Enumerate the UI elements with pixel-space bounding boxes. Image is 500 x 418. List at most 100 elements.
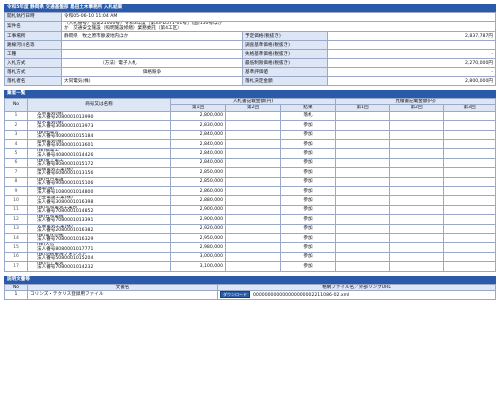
bidder-corporate-number: 法人番号7080001016329 xyxy=(37,237,94,243)
bid-round2 xyxy=(225,110,281,122)
bid-round1: 3,000,000 xyxy=(170,251,226,263)
bidder-row: 11 (株)三和電気工業所 法人番号7080001014852 2,900,000 参加 xyxy=(4,204,496,216)
bid-round1: 2,900,000 xyxy=(170,204,226,216)
doc-file-link[interactable]: 000000000000000000002211086-02.xml xyxy=(253,293,349,298)
bid-round1: 2,830,000 xyxy=(170,120,226,131)
est-round3 xyxy=(443,129,496,140)
winner-value: 大同電気(株) xyxy=(61,76,243,87)
bidder-no: 13 xyxy=(4,223,28,235)
bid-round1: 2,840,000 xyxy=(170,138,226,150)
bidder-no: 12 xyxy=(4,214,28,225)
bid-result: 参加 xyxy=(279,185,337,197)
bidder-name: (株)五和電機 法人番号7080001013391 xyxy=(27,214,171,225)
est-round3 xyxy=(443,167,496,178)
est-round3 xyxy=(443,185,496,197)
label-winner: 落札者名 xyxy=(4,76,62,87)
label-disqualify-price: 失格基準価格(税抜き) xyxy=(242,49,328,60)
bidder-corporate-number: 法人番号3080001013973 xyxy=(37,124,94,130)
bidder-no: 10 xyxy=(4,195,28,206)
bid-round2 xyxy=(225,214,281,225)
min-price-value: 2,270,000円 xyxy=(327,58,496,69)
bidder-name: (株)橋電工 法人番号4080001014426 xyxy=(27,148,171,159)
bid-result: 参加 xyxy=(279,129,337,140)
label-work-type: 工種 xyxy=(4,49,62,60)
bidder-name: 太陽電気工業(株) 法人番号2080001016382 xyxy=(27,223,171,235)
est-round2 xyxy=(389,148,445,159)
planned-price-value: 2,837,787円 xyxy=(327,31,496,42)
info-table: 開札執行日時 令和05-06-10 11:04 AM 案件名 （入札番号）島第2… xyxy=(4,12,496,87)
bidder-row: 8 (株)古月電設 法人番号9080001015106 2,850,000 参加 xyxy=(4,176,496,188)
label-award-amount: 落札決定金額 xyxy=(242,76,328,87)
bid-result: 参加 xyxy=(279,204,337,216)
est-round1 xyxy=(335,129,391,140)
bidder-row: 15 (株)大信 法人番号8080001017771 2,980,000 参加 xyxy=(4,242,496,253)
bid-result: 参加 xyxy=(279,148,337,159)
est-round1 xyxy=(335,120,391,131)
est-round1 xyxy=(335,157,391,169)
est-round2 xyxy=(389,233,445,244)
est-round3 xyxy=(443,233,496,244)
bidder-name: (株)富士電工 法人番号8080001015172 xyxy=(27,157,171,169)
bidder-corporate-number: 法人番号5080001015204 xyxy=(37,256,94,262)
bid-round2 xyxy=(225,251,281,263)
bid-result: 参加 xyxy=(279,120,337,131)
est-round1 xyxy=(335,242,391,253)
est-round2 xyxy=(389,195,445,206)
bidder-no: 7 xyxy=(4,167,28,178)
bid-round2 xyxy=(225,195,281,206)
bid-round2 xyxy=(225,129,281,140)
est-round1 xyxy=(335,138,391,150)
label-min-price: 最低制限価格(税抜き) xyxy=(242,58,328,69)
est-round2 xyxy=(389,261,445,272)
est-round1 xyxy=(335,167,391,178)
bid-round2 xyxy=(225,242,281,253)
est-round2 xyxy=(389,242,445,253)
bid-result: 参加 xyxy=(279,176,337,188)
label-base-score: 基準評価値 xyxy=(242,67,328,78)
est-round3 xyxy=(443,120,496,131)
bid-result: 参加 xyxy=(279,242,337,253)
download-button[interactable]: ダウンロード xyxy=(220,291,250,299)
bidder-no: 5 xyxy=(4,148,28,159)
est-round3 xyxy=(443,251,496,263)
bid-result: 参加 xyxy=(279,157,337,169)
bid-round1: 2,840,000 xyxy=(170,148,226,159)
bidder-row: 5 (株)橋電工 法人番号4080001014426 2,840,000 参加 xyxy=(4,148,496,159)
bid-method-value: （方法）電子入札 xyxy=(61,58,243,69)
est-round1 xyxy=(335,233,391,244)
bidder-no: 8 xyxy=(4,176,28,188)
est-round2 xyxy=(389,223,445,235)
col-header-name: 商号又は名称 xyxy=(27,98,171,112)
est-round3 xyxy=(443,214,496,225)
bidder-row: 3 (株)田電舎 法人番号4080001015184 2,840,000 参加 xyxy=(4,129,496,140)
bidder-no: 3 xyxy=(4,129,28,140)
bid-round2 xyxy=(225,223,281,235)
est-round1 xyxy=(335,214,391,225)
bidder-corporate-number: 法人番号1080001014800 xyxy=(37,190,94,196)
bidder-corporate-number: 法人番号6080001013156 xyxy=(37,171,94,177)
page: 令和5年度 静岡県 交通基盤部 島田土木事務所 入札結果 開札執行日時 令和05… xyxy=(4,0,496,300)
bid-round2 xyxy=(225,120,281,131)
bid-round1: 2,880,000 xyxy=(170,195,226,206)
bidder-no: 4 xyxy=(4,138,28,150)
bid-result: 参加 xyxy=(279,223,337,235)
bidder-no: 11 xyxy=(4,204,28,216)
bidder-row: 2 鈴木電気(株) 法人番号3080001013973 2,830,000 参加 xyxy=(4,120,496,131)
est-round2 xyxy=(389,185,445,197)
route-value xyxy=(61,40,243,51)
est-round3 xyxy=(443,110,496,122)
bidder-name: 大同電気(株) 法人番号2080001013990 xyxy=(27,110,171,122)
col-header-no: No xyxy=(4,98,28,112)
est-round3 xyxy=(443,261,496,272)
bid-round1: 2,840,000 xyxy=(170,157,226,169)
est-round1 xyxy=(335,195,391,206)
bidder-corporate-number: 法人番号4080001013601 xyxy=(37,143,94,149)
est-round3 xyxy=(443,242,496,253)
est-round2 xyxy=(389,176,445,188)
bid-result: 落札 xyxy=(279,110,337,122)
bidder-name: 高橋電気工業(株) 法人番号6080001013156 xyxy=(27,167,171,178)
est-round1 xyxy=(335,185,391,197)
bid-date-value: 令和05-06-10 11:04 AM xyxy=(61,12,496,22)
bidder-row: 7 高橋電気工業(株) 法人番号6080001013156 2,850,000 参加 xyxy=(4,167,496,178)
bid-round1: 3,100,000 xyxy=(170,261,226,272)
